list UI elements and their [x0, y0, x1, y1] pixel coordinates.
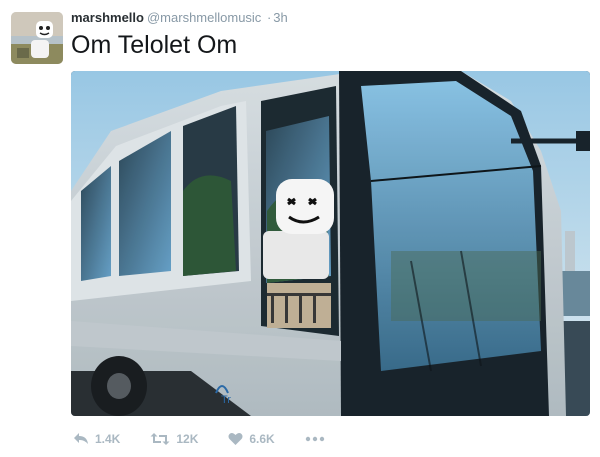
bus-photo: Tr	[71, 71, 590, 416]
tweet-text: Om Telolet Om	[71, 31, 238, 59]
retweet-icon	[150, 433, 170, 445]
marshmello-avatar-icon	[11, 12, 63, 64]
reply-icon	[74, 433, 88, 444]
separator-dot: ·	[266, 10, 272, 25]
retweet-button[interactable]: 12K	[150, 432, 198, 446]
reply-button[interactable]: 1.4K	[73, 432, 120, 446]
heart-icon	[228, 433, 243, 445]
reply-count: 1.4K	[95, 432, 121, 446]
tweet-header: marshmello @marshmellomusic · 3h	[71, 10, 288, 26]
timestamp[interactable]: 3h	[273, 10, 287, 25]
more-options-button[interactable]	[305, 436, 325, 442]
retweet-count: 12K	[176, 432, 199, 446]
avatar[interactable]	[11, 12, 63, 64]
tweet-actions: 1.4K 12K 6.6K	[73, 430, 325, 448]
tweet-photo[interactable]: Tr	[71, 71, 590, 416]
ellipsis-icon	[305, 436, 324, 442]
display-name[interactable]: marshmello	[71, 10, 144, 25]
like-button[interactable]: 6.6K	[228, 432, 275, 446]
tweet: marshmello @marshmellomusic · 3h Om Telole…	[0, 0, 600, 457]
user-handle[interactable]: @marshmellomusic	[147, 10, 261, 25]
like-count: 6.6K	[249, 432, 275, 446]
